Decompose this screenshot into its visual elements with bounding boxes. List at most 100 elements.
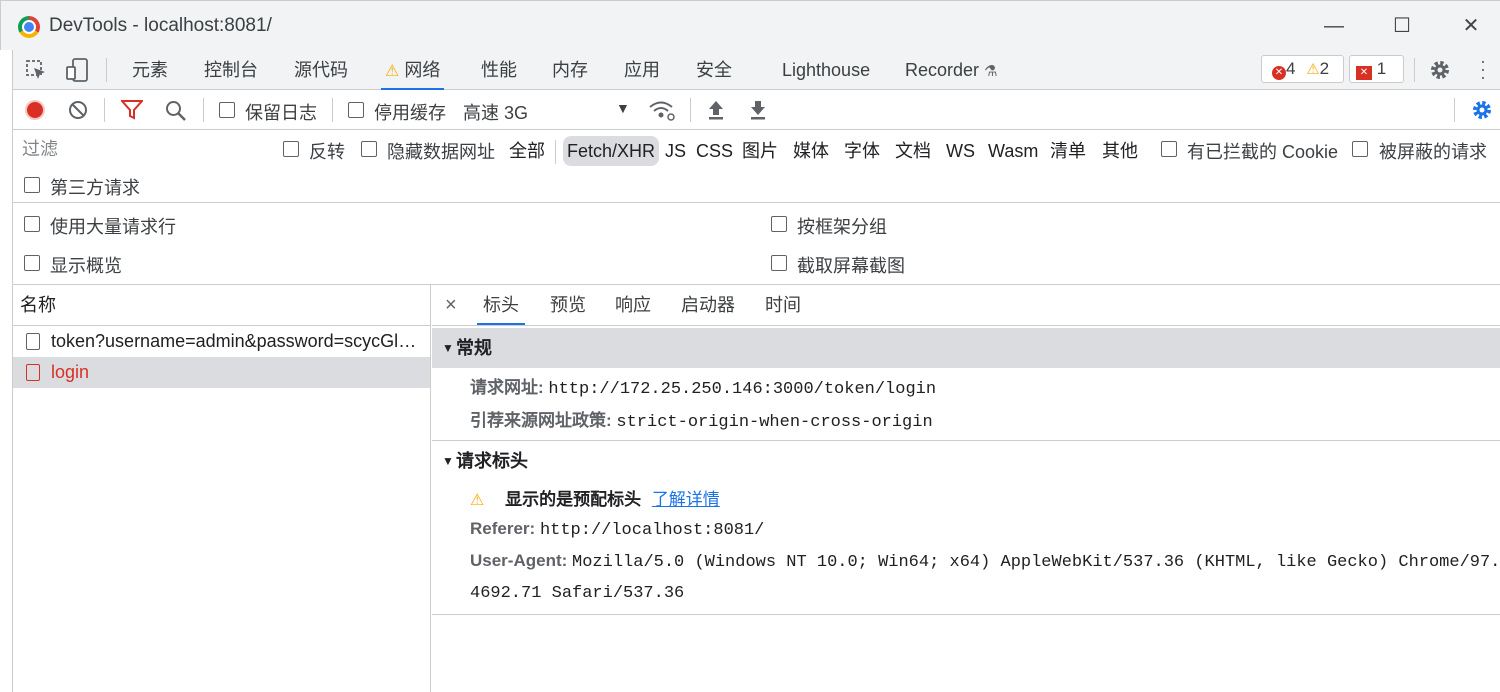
tab-elements[interactable]: 元素 [132, 50, 168, 90]
network-toolbar: 保留日志 停用缓存 高速 3G ▼ [12, 90, 1500, 130]
error-count: 4 [1286, 59, 1296, 78]
tab-network[interactable]: ⚠ 网络 [381, 50, 445, 90]
request-url-value: http://172.25.250.146:3000/token/login [548, 380, 937, 399]
filter-type-other[interactable]: 其他 [1102, 136, 1138, 166]
issue-count: 1 [1376, 59, 1387, 78]
filter-type-manifest[interactable]: 清单 [1050, 136, 1086, 166]
tab-initiator[interactable]: 启动器 [681, 285, 735, 325]
error-warning-badge[interactable]: ✕ 4 ⚠2 [1261, 55, 1344, 83]
minimize-icon[interactable]: — [1319, 11, 1349, 41]
title-bar: DevTools - localhost:8081/ — ☐ ✕ [0, 0, 1500, 50]
request-name: token?username=admin&password=scycGla... [51, 331, 423, 351]
filter-type-doc[interactable]: 文档 [895, 136, 931, 166]
request-url-row: 请求网址: http://172.25.250.146:3000/token/l… [470, 373, 936, 399]
filter-type-css[interactable]: CSS [696, 136, 733, 166]
preserve-log-label: 保留日志 [245, 103, 317, 123]
tab-console[interactable]: 控制台 [204, 50, 258, 90]
tab-network-label: 网络 [404, 60, 441, 80]
chrome-logo-icon [18, 16, 40, 38]
gear-icon[interactable] [1428, 58, 1452, 82]
referrer-policy-value: strict-origin-when-cross-origin [616, 413, 933, 432]
chevron-down-icon[interactable]: ▼ [616, 100, 630, 116]
warning-icon: ⚠ [385, 63, 400, 80]
export-har-icon[interactable] [748, 99, 768, 121]
filter-type-media[interactable]: 媒体 [793, 136, 829, 166]
third-party-checkbox[interactable] [24, 177, 40, 193]
filter-type-fetch-xhr[interactable]: Fetch/XHR [563, 136, 660, 166]
user-agent-continuation: 4692.71 Safari/537.36 [470, 582, 684, 603]
filter-type-all[interactable]: 全部 [509, 136, 545, 166]
tab-security[interactable]: 安全 [696, 50, 732, 90]
blocked-requests-label: 被屏蔽的请求 [1379, 142, 1487, 162]
preserve-log-checkbox[interactable] [219, 102, 235, 118]
inspect-element-icon[interactable] [25, 59, 47, 81]
tab-headers[interactable]: 标头 [477, 285, 525, 325]
filter-type-ws[interactable]: WS [946, 136, 975, 166]
import-har-icon[interactable] [706, 99, 726, 121]
tab-preview[interactable]: 预览 [550, 285, 586, 325]
device-toolbar-icon[interactable] [65, 57, 89, 83]
file-icon [26, 333, 40, 350]
clear-icon[interactable] [68, 100, 88, 120]
tab-performance[interactable]: 性能 [481, 50, 517, 90]
invert-checkbox[interactable] [283, 141, 299, 157]
user-agent-key: User-Agent: [470, 551, 568, 570]
network-settings-gear-icon[interactable] [1470, 98, 1494, 122]
tab-response[interactable]: 响应 [615, 285, 651, 325]
search-icon[interactable] [165, 100, 187, 122]
filter-type-font[interactable]: 字体 [844, 136, 880, 166]
capture-screenshots-checkbox[interactable] [771, 255, 787, 271]
request-name: login [51, 362, 90, 382]
filter-type-img[interactable]: 图片 [742, 136, 778, 166]
error-icon: ✕ [1272, 66, 1286, 80]
maximize-icon[interactable]: ☐ [1387, 11, 1417, 41]
flask-icon: ⚗ [984, 63, 998, 80]
more-options-icon[interactable]: · · · [1478, 52, 1488, 86]
tab-memory[interactable]: 内存 [552, 50, 588, 90]
blocked-requests-checkbox[interactable] [1352, 141, 1368, 157]
learn-more-link[interactable]: 了解详情 [652, 490, 720, 509]
filter-bar: 过滤 反转 隐藏数据网址 全部 Fetch/XHR JS CSS 图片 媒体 字… [12, 130, 1500, 203]
tab-lighthouse[interactable]: Lighthouse [782, 50, 870, 90]
issues-badge[interactable]: ✕ 1 [1349, 55, 1404, 83]
disable-cache-checkbox[interactable] [348, 102, 364, 118]
group-by-frame-label: 按框架分组 [797, 217, 887, 237]
issue-flag-icon: ✕ [1356, 66, 1372, 80]
show-overview-checkbox[interactable] [24, 255, 40, 271]
filter-icon[interactable] [121, 100, 143, 120]
triangle-down-icon: ▼ [442, 454, 454, 468]
group-by-frame-checkbox[interactable] [771, 216, 787, 232]
close-window-icon[interactable]: ✕ [1456, 11, 1486, 41]
tab-recorder[interactable]: Recorder ⚗ [905, 50, 998, 90]
referer-key: Referer: [470, 519, 536, 538]
network-settings-panel: 使用大量请求行 按框架分组 显示概览 截取屏幕截图 [12, 203, 1500, 285]
filter-input[interactable]: 过滤 [19, 135, 263, 163]
tab-sources[interactable]: 源代码 [294, 50, 348, 90]
warning-icon: ⚠ [1306, 61, 1320, 78]
devtools-tab-bar: 元素 控制台 源代码 ⚠ 网络 性能 内存 应用 安全 Lighthouse R… [12, 50, 1500, 90]
filter-type-js[interactable]: JS [665, 136, 686, 166]
general-section-title: 常规 [456, 338, 492, 358]
network-conditions-icon[interactable] [648, 98, 676, 122]
warning-count: 2 [1319, 59, 1330, 78]
big-request-rows-checkbox[interactable] [24, 216, 40, 232]
request-row[interactable]: token?username=admin&password=scycGla... [13, 326, 430, 357]
record-icon[interactable] [25, 100, 45, 120]
general-section-header[interactable]: ▼ 常规 [432, 328, 1500, 368]
request-row-selected[interactable]: login [13, 357, 430, 388]
request-headers-section-header[interactable]: ▼ 请求标头 [432, 441, 1500, 481]
capture-screenshots-label: 截取屏幕截图 [797, 256, 905, 276]
request-list: 名称 token?username=admin&password=scycGla… [12, 285, 431, 692]
details-tab-bar: × 标头 预览 响应 启动器 时间 [432, 285, 1500, 326]
invert-label: 反转 [309, 142, 345, 162]
hide-data-urls-checkbox[interactable] [361, 141, 377, 157]
tab-application[interactable]: 应用 [624, 50, 660, 90]
name-column-header[interactable]: 名称 [13, 285, 430, 326]
third-party-label: 第三方请求 [50, 178, 140, 198]
throttling-select[interactable]: 高速 3G [463, 99, 528, 125]
filter-type-wasm[interactable]: Wasm [988, 136, 1038, 166]
request-url-key: 请求网址: [470, 378, 544, 397]
blocked-cookies-checkbox[interactable] [1161, 141, 1177, 157]
tab-timing[interactable]: 时间 [765, 285, 801, 325]
close-details-icon[interactable]: × [445, 285, 457, 325]
